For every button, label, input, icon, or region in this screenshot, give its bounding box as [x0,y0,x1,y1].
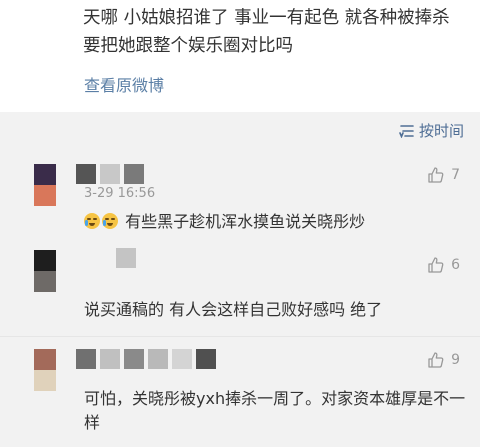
sort-lines-icon [399,124,414,138]
original-post-card: 天哪 小姑娘招谁了 事业一有起色 就各种被捧杀 要把她跟整个娱乐圈对比吗 查看原… [0,0,480,112]
like-count: 9 [451,352,460,368]
comment-text: 有些黑子趁机浑水摸鱼说关晓彤炒 [84,210,474,234]
username-block [124,349,144,369]
avatar[interactable] [34,349,56,391]
like-button[interactable]: 6 [427,256,460,274]
thumbs-up-icon [428,167,444,183]
avatar[interactable] [34,250,56,292]
comment-item: 说买通稿的 有人会这样自己败好感吗 绝了 6 [0,240,480,340]
username-block [76,164,96,184]
thumbs-up-icon [428,352,444,368]
like-count: 7 [451,167,460,183]
username-block [196,349,216,369]
avatar[interactable] [34,164,56,206]
thumbs-up-icon [428,257,444,273]
sort-label: 按时间 [418,122,464,140]
avatar-top [34,250,56,271]
username-block [124,164,144,184]
comment-sort-bar: 按时间 [0,112,480,148]
username-block [148,349,168,369]
sort-by-time-button[interactable]: 按时间 [399,120,464,141]
comment-item: 3-29 16:56 有些黑子趁机浑水摸鱼说关晓彤炒 7 [0,148,480,244]
username-redacted[interactable] [76,349,216,369]
comment-item: 可怕，关晓彤被yxh捧杀一周了。对家资本雄厚是不一样 9 [0,337,480,447]
avatar-bottom [34,185,56,206]
like-button[interactable]: 9 [427,351,460,369]
avatar-bottom [34,271,56,292]
avatar-top [34,164,56,185]
username-block [116,248,136,268]
comment-text: 可怕，关晓彤被yxh捧杀一周了。对家资本雄厚是不一样 [84,387,474,435]
like-button[interactable]: 7 [427,166,460,184]
comment-body: 可怕，关晓彤被yxh捧杀一周了。对家资本雄厚是不一样 [84,389,466,432]
avatar-top [34,349,56,370]
comment-body: 有些黑子趁机浑水摸鱼说关晓彤炒 [125,212,366,231]
username-block [100,349,120,369]
username-block [172,349,192,369]
username-redacted[interactable] [116,248,136,268]
comment-text: 说买通稿的 有人会这样自己败好感吗 绝了 [84,298,474,322]
crying-face-icon [84,213,100,229]
post-text: 天哪 小姑娘招谁了 事业一有起色 就各种被捧杀 要把她跟整个娱乐圈对比吗 [83,8,450,56]
comment-body: 说买通稿的 有人会这样自己败好感吗 绝了 [84,300,383,319]
username-redacted[interactable] [76,164,144,184]
avatar-bottom [34,370,56,391]
comment-time: 3-29 16:56 [84,186,156,201]
username-block [76,349,96,369]
crying-face-icon [102,213,118,229]
view-original-link[interactable]: 查看原微博 [84,72,164,96]
username-block [100,164,120,184]
like-count: 6 [451,257,460,273]
